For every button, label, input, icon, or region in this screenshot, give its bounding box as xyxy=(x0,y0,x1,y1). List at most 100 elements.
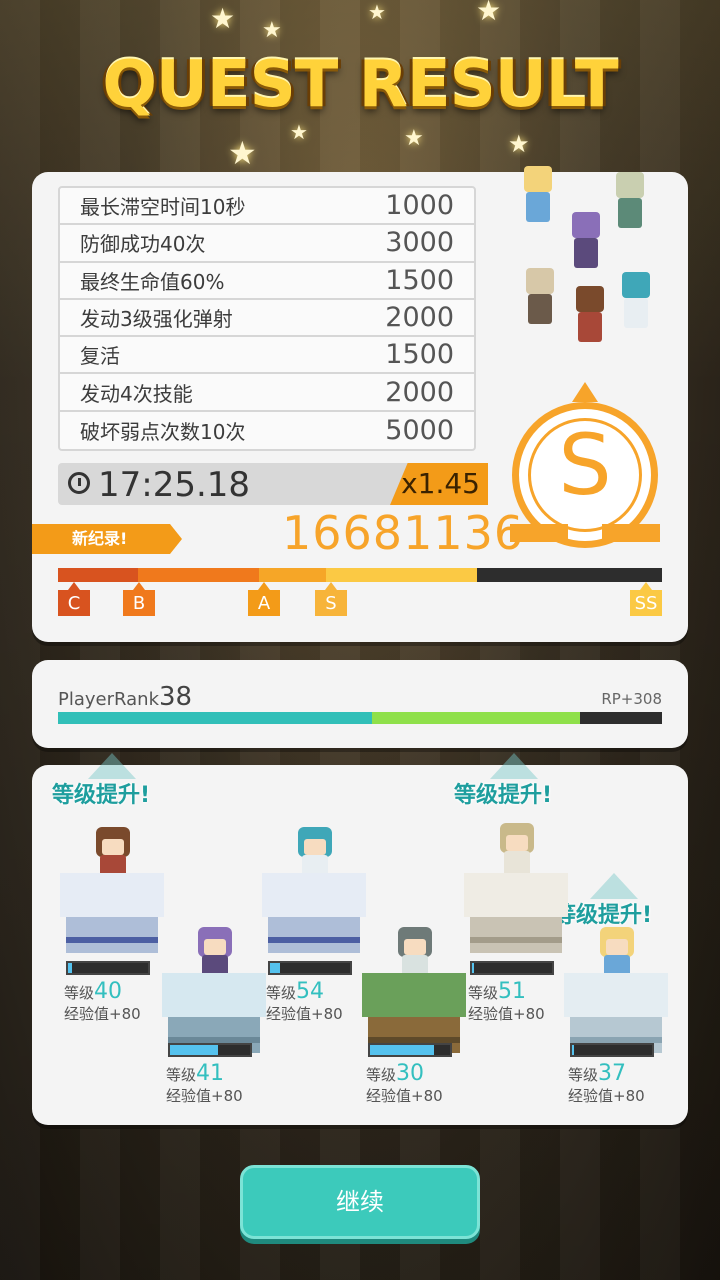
mission-row: 防御成功40次 3000 xyxy=(60,225,474,263)
level-value: 41 xyxy=(196,1061,225,1086)
mission-score: 5000 xyxy=(385,414,454,446)
mission-score: 2000 xyxy=(385,302,454,334)
grade-mark-b: B xyxy=(123,582,155,616)
star-icon: ★ xyxy=(508,130,530,158)
level-value: 37 xyxy=(598,1061,627,1086)
grade-segment-a xyxy=(259,568,326,582)
member-level: 等级40 xyxy=(64,979,122,1004)
rank-points-gained: RP+308 xyxy=(601,690,662,708)
star-icon: ★ xyxy=(290,120,308,144)
lancer-sprite-icon xyxy=(610,172,650,228)
star-icon: ★ xyxy=(368,0,386,24)
mission-score: 1000 xyxy=(385,190,454,222)
mission-list: 最长滞空时间10秒 1000 防御成功40次 3000 最终生命值60% 1500 发… xyxy=(58,186,476,452)
mission-label: 最长滞空时间10秒 xyxy=(80,195,246,220)
mission-row: 复活 1500 xyxy=(60,337,474,375)
grade-segment-b xyxy=(138,568,260,582)
exp-gained: 经验值+80 xyxy=(468,1005,545,1023)
xp-bar xyxy=(368,1043,452,1057)
player-rank-text: PlayerRank xyxy=(58,689,159,710)
mission-score: 2000 xyxy=(385,376,454,408)
level-label: 等级 xyxy=(166,1066,197,1084)
mission-score: 3000 xyxy=(385,227,454,259)
star-icon: ★ xyxy=(262,18,282,43)
xp-bar-fill xyxy=(472,963,474,973)
grade-mark-ss: SS xyxy=(630,582,662,616)
mission-label: 复活 xyxy=(80,344,120,369)
emblem-wing-left xyxy=(510,524,568,542)
mission-label: 破坏弱点次数10次 xyxy=(80,419,246,444)
mission-row: 最长滞空时间10秒 1000 xyxy=(60,188,474,226)
mission-score: 1500 xyxy=(385,339,454,371)
player-rank-value: 38 xyxy=(159,682,193,712)
grade-segment-s xyxy=(325,568,477,582)
xp-bar-fill xyxy=(270,963,280,973)
result-panel: 最长滞空时间10秒 1000 防御成功40次 3000 最终生命值60% 1500 发… xyxy=(32,166,688,642)
grade-progress-bar xyxy=(58,568,662,582)
new-record-badge: 新纪录! xyxy=(32,524,182,554)
mission-label: 发动4次技能 xyxy=(80,381,193,406)
member-level: 等级54 xyxy=(266,979,324,1004)
player-rank-panel: PlayerRank38 RP+308 xyxy=(32,660,688,748)
emblem-wing-right xyxy=(602,524,660,542)
rank-bar-base-fill xyxy=(58,712,373,724)
star-icon: ★ xyxy=(228,134,257,172)
grade-segment-c xyxy=(58,568,139,582)
clear-time: 17:25.18 xyxy=(98,465,251,505)
exp-gained: 经验值+80 xyxy=(266,1005,343,1023)
continue-button[interactable]: 继续 xyxy=(240,1165,480,1239)
xp-bar-fill xyxy=(572,1045,574,1055)
grade-mark-a: A xyxy=(248,582,280,616)
xp-bar xyxy=(66,961,150,975)
level-label: 等级 xyxy=(64,984,95,1002)
member-level: 等级30 xyxy=(366,1061,424,1086)
brown-hat-hero-sprite-icon xyxy=(570,286,610,342)
level-up-label: 等级提升! xyxy=(554,873,652,929)
party-panel: 等级提升! 等级提升! 等级提升! 等级40 经验值+80 等级41 经验值+8… xyxy=(32,753,688,1125)
stopwatch-icon xyxy=(68,472,90,494)
grade-mark-c: C xyxy=(58,582,90,616)
exp-gained: 经验值+80 xyxy=(166,1087,243,1105)
xp-bar-fill xyxy=(370,1045,434,1055)
xp-bar xyxy=(268,961,352,975)
grade-emblem: S xyxy=(510,382,660,550)
xp-bar xyxy=(470,961,554,975)
mission-row: 破坏弱点次数10次 5000 xyxy=(60,412,474,449)
exp-gained: 经验值+80 xyxy=(568,1087,645,1105)
mission-row: 最终生命值60% 1500 xyxy=(60,263,474,300)
grade-letter: S xyxy=(558,416,612,514)
rogue-sprite-icon xyxy=(520,268,560,324)
level-up-label: 等级提升! xyxy=(454,753,552,809)
purple-hair-sprite-icon xyxy=(566,212,606,268)
mission-label: 最终生命值60% xyxy=(80,269,225,294)
teal-hair-nurse-sprite-icon xyxy=(616,272,656,328)
star-icon: ★ xyxy=(404,126,424,151)
pedestal-blue xyxy=(262,873,366,959)
blonde-archer-sprite-icon xyxy=(518,166,558,222)
pedestal-blue xyxy=(60,873,164,959)
mission-row: 发动4次技能 2000 xyxy=(60,374,474,412)
grade-mark-s: S xyxy=(315,582,347,616)
quest-result-title: QUEST RESULT xyxy=(102,48,618,122)
level-value: 54 xyxy=(296,979,325,1004)
level-label: 等级 xyxy=(366,1066,397,1084)
level-label: 等级 xyxy=(568,1066,599,1084)
xp-bar xyxy=(570,1043,654,1057)
level-up-label: 等级提升! xyxy=(52,753,150,809)
exp-gained: 经验值+80 xyxy=(366,1087,443,1105)
rank-bar-gain-fill xyxy=(372,712,581,724)
level-value: 51 xyxy=(498,979,527,1004)
xp-bar-fill xyxy=(68,963,72,973)
level-value: 30 xyxy=(396,1061,425,1086)
xp-bar xyxy=(168,1043,252,1057)
mission-score: 1500 xyxy=(385,264,454,296)
player-rank-label: PlayerRank38 xyxy=(58,682,192,712)
player-rank-bar xyxy=(58,712,662,724)
level-label: 等级 xyxy=(266,984,297,1002)
level-value: 40 xyxy=(94,979,123,1004)
star-icon: ★ xyxy=(210,2,236,35)
exp-gained: 经验值+80 xyxy=(64,1005,141,1023)
mission-label: 防御成功40次 xyxy=(80,232,206,257)
star-icon: ★ xyxy=(476,0,502,27)
level-label: 等级 xyxy=(468,984,499,1002)
